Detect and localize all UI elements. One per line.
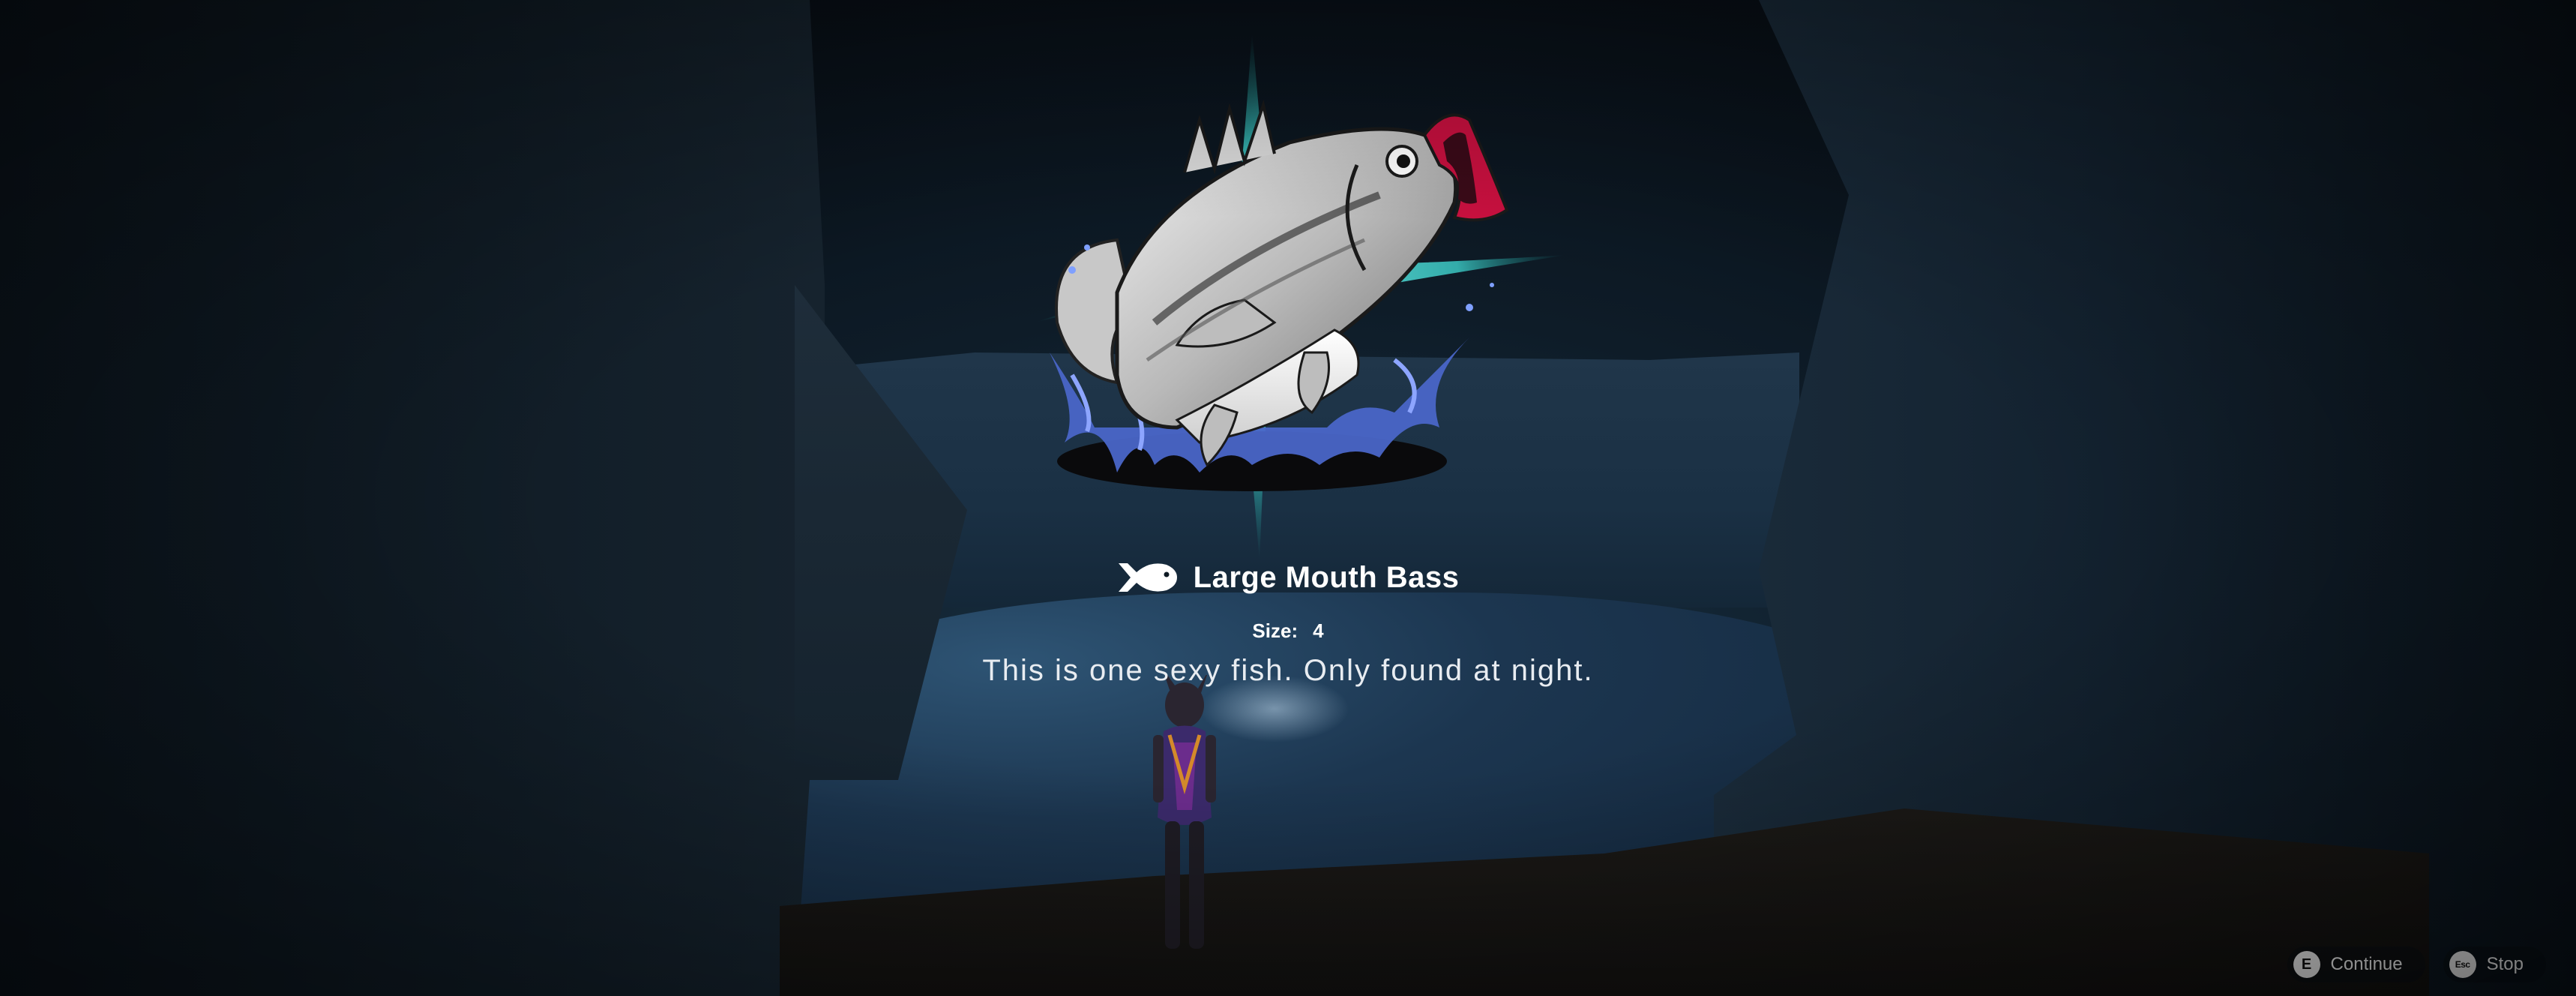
continue-button[interactable]: E Continue: [2287, 946, 2425, 982]
fish-icon: [1118, 563, 1177, 592]
game-scene: Large Mouth Bass Size: 4 This is one sex…: [0, 0, 2576, 996]
fish-name: Large Mouth Bass: [1193, 560, 1460, 594]
esc-key-icon: Esc: [2449, 951, 2476, 978]
large-mouth-bass-illustration: [1035, 30, 1567, 562]
fish-size-row: Size: 4: [0, 620, 2576, 643]
continue-label: Continue: [2330, 954, 2403, 974]
stop-label: Stop: [2486, 954, 2524, 974]
button-hints: E Continue Esc Stop: [2287, 946, 2546, 982]
player-character: [1153, 675, 1216, 949]
e-key-icon: E: [2293, 951, 2320, 978]
cliff-left: [0, 0, 825, 996]
fish-description: This is one sexy fish. Only found at nig…: [982, 654, 1594, 687]
stop-button[interactable]: Esc Stop: [2443, 946, 2546, 982]
size-label: Size:: [1252, 620, 1298, 642]
size-value: 4: [1313, 620, 1324, 642]
fish-title-row: Large Mouth Bass: [0, 555, 2576, 600]
